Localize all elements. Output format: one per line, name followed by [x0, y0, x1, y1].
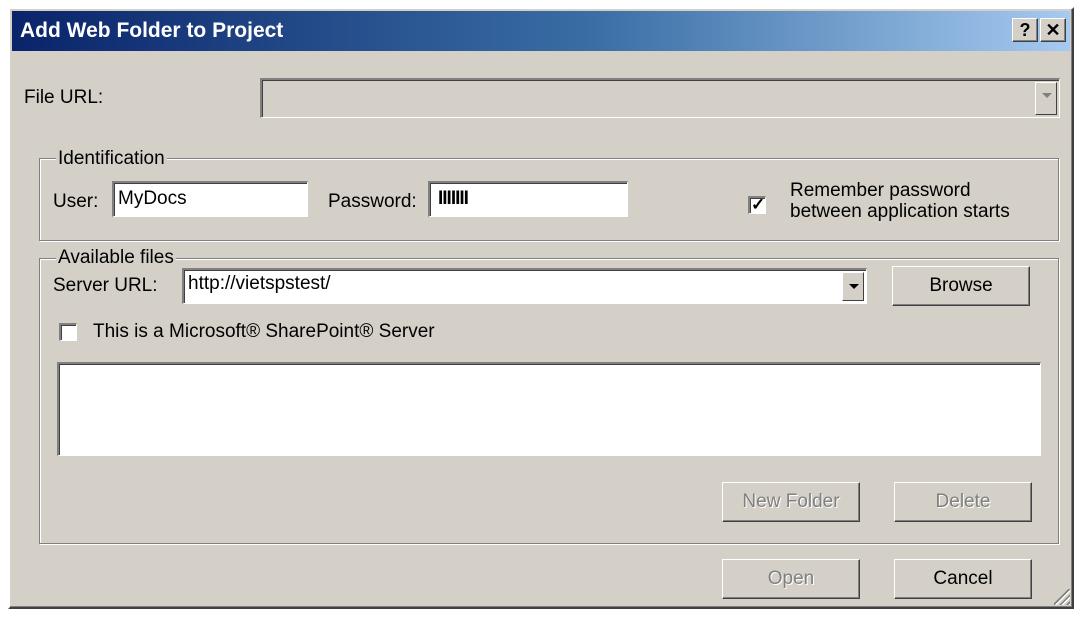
close-button[interactable]: ✕ — [1040, 18, 1066, 42]
remember-password-label-line2: between application starts — [790, 201, 1010, 222]
remember-password-checkbox[interactable]: ✓ — [748, 195, 766, 214]
add-web-folder-dialog: Add Web Folder to Project ? ✕ File URL: … — [8, 7, 1074, 609]
new-folder-button[interactable]: New Folder — [722, 482, 860, 522]
checkmark-icon: ✓ — [751, 195, 766, 214]
cancel-button[interactable]: Cancel — [894, 559, 1032, 599]
remember-password-label-line1: Remember password — [790, 180, 971, 201]
close-icon: ✕ — [1045, 20, 1061, 40]
files-list[interactable] — [57, 362, 1041, 456]
resize-grip-icon[interactable] — [1054, 589, 1070, 605]
server-url-dropdown-button[interactable] — [842, 272, 864, 301]
user-label: User: — [53, 191, 99, 212]
identification-legend: Identification — [56, 148, 167, 170]
delete-button[interactable]: Delete — [894, 482, 1032, 522]
password-value: IIIIIII — [438, 188, 469, 209]
sharepoint-label: This is a Microsoft® SharePoint® Server — [93, 321, 435, 342]
user-input[interactable]: MyDocs — [112, 181, 308, 217]
open-button[interactable]: Open — [722, 559, 860, 599]
file-url-label: File URL: — [24, 87, 104, 108]
sharepoint-checkbox[interactable] — [59, 323, 77, 341]
remember-password-label: Remember password between application st… — [790, 180, 1010, 222]
server-url-value: http://vietspstest/ — [188, 273, 331, 294]
user-value: MyDocs — [118, 188, 187, 209]
title-bar[interactable]: Add Web Folder to Project ? ✕ — [12, 11, 1070, 51]
help-button[interactable]: ? — [1012, 18, 1038, 42]
password-input[interactable]: IIIIIII — [428, 181, 628, 217]
file-url-combobox[interactable] — [260, 78, 1060, 118]
available-files-legend: Available files — [56, 247, 176, 269]
chevron-down-icon — [849, 284, 859, 289]
file-url-dropdown-button[interactable] — [1035, 82, 1057, 115]
server-url-label: Server URL: — [53, 275, 158, 296]
server-url-combobox[interactable]: http://vietspstest/ — [182, 268, 867, 304]
chevron-down-icon — [1042, 93, 1052, 98]
window-title: Add Web Folder to Project — [20, 19, 284, 42]
browse-button[interactable]: Browse — [892, 266, 1030, 306]
password-label: Password: — [328, 191, 417, 212]
